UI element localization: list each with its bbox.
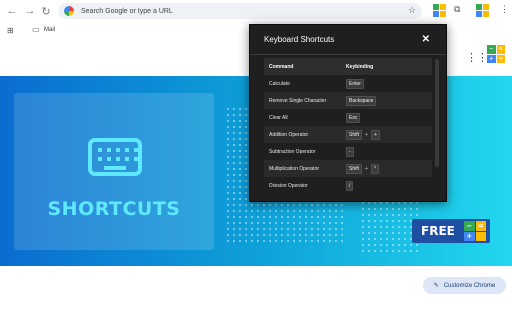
keybinding: Esc	[346, 112, 361, 123]
calculator-logo-icon: − = +	[464, 221, 486, 241]
keyboard-shortcuts-popup: Keyboard Shortcuts ✕ Command Keybinding …	[249, 24, 447, 202]
keybinding: Backspace	[346, 95, 377, 106]
keybinding: /	[346, 180, 354, 191]
popup-title: Keyboard Shortcuts	[264, 35, 335, 44]
command-label: Clear All	[269, 114, 288, 121]
folder-icon[interactable]: ▭	[32, 25, 40, 34]
command-label: Multiplication Operator	[269, 165, 320, 172]
shortcuts-title: SHORTCUTS	[47, 198, 181, 220]
table-row: Addition Operator Shift + +	[264, 126, 432, 143]
browser-toolbar: ← → ↻ Search Google or type a URL ☆ ⧉ ⋮	[0, 0, 512, 22]
key-badge: Backspace	[346, 95, 377, 106]
star-icon[interactable]: ☆	[408, 5, 416, 16]
shortcuts-card: SHORTCUTS	[14, 93, 214, 250]
customize-chrome-label: Customize Chrome	[443, 282, 496, 289]
keybinding: Shift + *	[346, 163, 379, 174]
key-badge: +	[370, 129, 380, 140]
keybinding: -	[346, 146, 354, 157]
apps-icon[interactable]: ⊞	[7, 26, 14, 35]
shortcuts-table: Command Keybinding Calculate Enter Remove …	[264, 58, 432, 194]
forward-arrow-icon[interactable]: →	[22, 3, 38, 19]
free-label: FREE	[421, 224, 455, 238]
calculator-extension-icon[interactable]	[433, 4, 446, 17]
key-badge: Shift	[346, 163, 363, 174]
table-row: Clear All Esc	[264, 109, 432, 126]
address-bar[interactable]: Search Google or type a URL ☆	[58, 3, 422, 19]
google-apps-icon[interactable]: ⋮⋮	[466, 51, 488, 64]
reload-icon[interactable]: ↻	[38, 3, 54, 19]
table-row: Calculate Enter	[264, 75, 432, 92]
table-row: Remove Single Character Backspace	[264, 92, 432, 109]
table-header: Command Keybinding	[264, 58, 432, 75]
puzzle-icon[interactable]: ⧉	[454, 4, 460, 15]
search-placeholder: Search Google or type a URL	[81, 7, 173, 15]
profile-extension-icon[interactable]	[476, 4, 489, 17]
command-label: Calculate	[269, 80, 290, 87]
google-icon	[64, 6, 74, 16]
menu-icon[interactable]: ⋮	[500, 4, 509, 15]
keybinding: Enter	[346, 78, 364, 89]
pencil-icon: ✎	[433, 283, 439, 289]
table-row: Multiplication Operator Shift + *	[264, 160, 432, 177]
header-keybinding: Keybinding	[346, 63, 374, 70]
customize-chrome-button[interactable]: ✎ Customize Chrome	[423, 277, 506, 294]
key-badge: *	[370, 163, 379, 174]
bookmark-mail[interactable]: Mail	[44, 27, 55, 33]
table-row: Division Operator /	[264, 177, 432, 194]
key-badge: -	[346, 146, 354, 157]
keybinding: Shift + +	[346, 129, 380, 140]
key-badge: /	[346, 180, 354, 191]
key-badge: Shift	[346, 129, 363, 140]
close-icon[interactable]: ✕	[422, 34, 430, 45]
command-label: Subtraction Operator	[269, 148, 316, 155]
divider	[250, 54, 446, 55]
command-label: Division Operator	[269, 182, 308, 189]
plus-separator: +	[365, 131, 368, 138]
key-badge: Esc	[346, 112, 361, 123]
table-row: Subtraction Operator -	[264, 143, 432, 160]
command-label: Addition Operator	[269, 131, 309, 138]
back-arrow-icon[interactable]: ←	[4, 3, 20, 19]
plus-separator: +	[365, 165, 368, 172]
command-label: Remove Single Character	[269, 97, 327, 104]
header-command: Command	[269, 63, 294, 70]
key-badge: Enter	[346, 78, 364, 89]
scrollbar[interactable]	[435, 59, 439, 167]
free-badge: FREE − = +	[412, 219, 490, 243]
keyboard-icon	[88, 138, 142, 176]
account-avatar-icon[interactable]: − × + =	[487, 45, 505, 63]
